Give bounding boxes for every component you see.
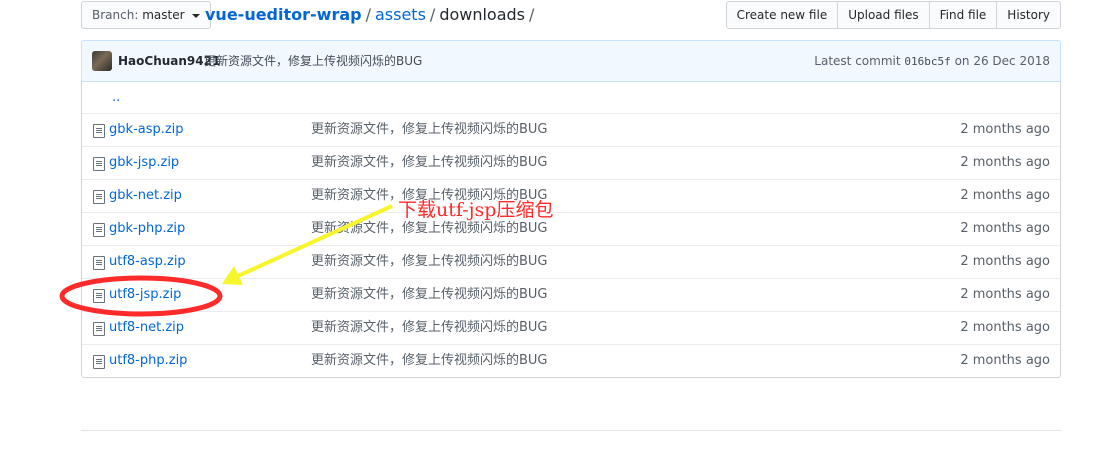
file-commit-message[interactable]: 更新资源文件，修复上传视频闪烁的BUG — [311, 114, 548, 146]
file-age: 2 months ago — [960, 221, 1050, 236]
file-icon — [93, 322, 105, 336]
breadcrumb-separator: / — [529, 5, 535, 24]
file-row: utf8-asp.zip 更新资源文件，修复上传视频闪烁的BUG 2 month… — [82, 245, 1060, 278]
breadcrumb-separator: / — [429, 5, 436, 24]
divider — [81, 430, 1061, 431]
file-commit-message[interactable]: 更新资源文件，修复上传视频闪烁的BUG — [311, 279, 548, 311]
breadcrumb-assets-link[interactable]: assets — [375, 5, 426, 24]
file-age: 2 months ago — [960, 122, 1050, 137]
chevron-down-icon — [192, 13, 201, 18]
breadcrumb: vue-ueditor-wrap / assets / downloads / — [205, 1, 538, 29]
file-commit-message[interactable]: 更新资源文件，修复上传视频闪烁的BUG — [311, 147, 548, 179]
commit-message[interactable]: 更新资源文件，修复上传视频闪烁的BUG — [204, 41, 422, 81]
file-commit-message[interactable]: 更新资源文件，修复上传视频闪烁的BUG — [311, 213, 548, 245]
latest-commit-label: Latest commit — [814, 54, 901, 68]
file-actions: Create new file Upload files Find file H… — [725, 1, 1061, 29]
file-age: 2 months ago — [960, 320, 1050, 335]
upload-files-button[interactable]: Upload files — [837, 1, 930, 29]
file-age: 2 months ago — [960, 353, 1050, 368]
breadcrumb-repo-link[interactable]: vue-ueditor-wrap — [205, 5, 362, 24]
file-commit-message[interactable]: 更新资源文件，修复上传视频闪烁的BUG — [311, 180, 548, 212]
history-button[interactable]: History — [996, 1, 1061, 29]
file-link[interactable]: utf8-asp.zip — [109, 246, 186, 278]
file-link[interactable]: gbk-asp.zip — [109, 114, 184, 146]
file-commit-message[interactable]: 更新资源文件，修复上传视频闪烁的BUG — [311, 246, 548, 278]
file-navigation: Branch: master vue-ueditor-wrap / assets / d… — [81, 1, 1061, 29]
breadcrumb-separator: / — [365, 5, 371, 24]
file-age: 2 months ago — [960, 155, 1050, 170]
latest-commit-info: Latest commit 016bc5f on 26 Dec 2018 — [814, 41, 1050, 82]
file-row: utf8-jsp.zip 更新资源文件，修复上传视频闪烁的BUG 2 month… — [82, 278, 1060, 311]
file-link[interactable]: utf8-jsp.zip — [109, 279, 181, 311]
branch-select-button[interactable]: Branch: master — [81, 1, 212, 29]
latest-commit-bar: HaoChuan9421 更新资源文件，修复上传视频闪烁的BUG Latest … — [81, 40, 1061, 82]
file-link[interactable]: utf8-net.zip — [109, 312, 184, 344]
file-icon — [93, 355, 105, 369]
file-icon — [93, 223, 105, 237]
file-icon — [93, 157, 105, 171]
file-age: 2 months ago — [960, 254, 1050, 269]
file-row: gbk-jsp.zip 更新资源文件，修复上传视频闪烁的BUG 2 months… — [82, 146, 1060, 179]
branch-name: master — [142, 8, 185, 22]
file-commit-message[interactable]: 更新资源文件，修复上传视频闪烁的BUG — [311, 312, 548, 344]
parent-directory-link[interactable]: .. — [112, 81, 120, 115]
file-row: utf8-php.zip 更新资源文件，修复上传视频闪烁的BUG 2 month… — [82, 344, 1060, 377]
file-icon — [93, 256, 105, 270]
commit-sha[interactable]: 016bc5f — [904, 55, 950, 68]
commit-date: on 26 Dec 2018 — [954, 54, 1050, 68]
file-link[interactable]: gbk-net.zip — [109, 180, 182, 212]
file-commit-message[interactable]: 更新资源文件，修复上传视频闪烁的BUG — [311, 345, 548, 377]
parent-directory-row: .. — [82, 81, 1060, 113]
file-icon — [93, 289, 105, 303]
find-file-button[interactable]: Find file — [928, 1, 998, 29]
file-row: gbk-net.zip 更新资源文件，修复上传视频闪烁的BUG 2 months… — [82, 179, 1060, 212]
file-icon — [93, 124, 105, 138]
file-row: gbk-asp.zip 更新资源文件，修复上传视频闪烁的BUG 2 months… — [82, 113, 1060, 146]
avatar[interactable] — [92, 51, 112, 71]
file-row: utf8-net.zip 更新资源文件，修复上传视频闪烁的BUG 2 month… — [82, 311, 1060, 344]
file-row: gbk-php.zip 更新资源文件，修复上传视频闪烁的BUG 2 months… — [82, 212, 1060, 245]
file-link[interactable]: utf8-php.zip — [109, 345, 187, 377]
create-new-file-button[interactable]: Create new file — [725, 1, 839, 29]
file-link[interactable]: gbk-jsp.zip — [109, 147, 179, 179]
branch-label: Branch: — [92, 8, 139, 22]
file-icon — [93, 190, 105, 204]
breadcrumb-current: downloads — [439, 5, 526, 24]
file-age: 2 months ago — [960, 188, 1050, 203]
file-age: 2 months ago — [960, 287, 1050, 302]
file-link[interactable]: gbk-php.zip — [109, 213, 185, 245]
file-list: .. gbk-asp.zip 更新资源文件，修复上传视频闪烁的BUG 2 mon… — [81, 81, 1061, 378]
